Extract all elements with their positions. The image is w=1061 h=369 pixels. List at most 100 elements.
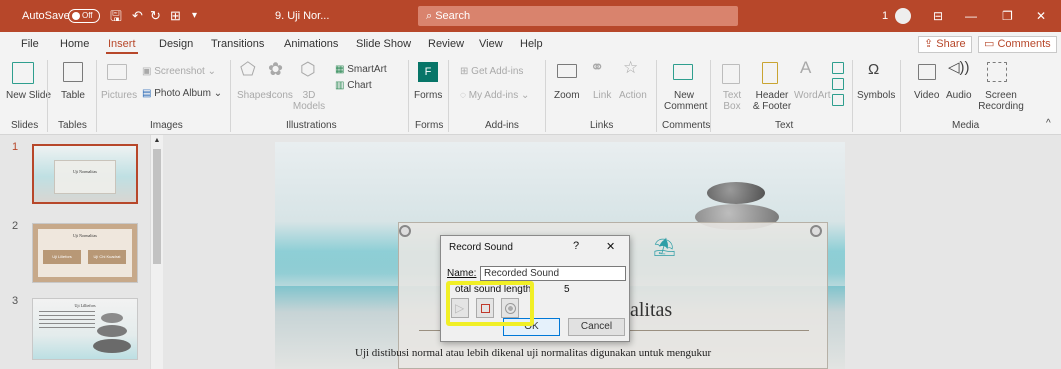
close-icon[interactable]: ✕ <box>1036 0 1046 32</box>
slide-thumbnail-1[interactable]: Uji Normalitas <box>32 144 138 204</box>
header-footer-icon <box>762 62 778 84</box>
tab-help[interactable]: Help <box>520 32 543 56</box>
save-icon[interactable]: 🖫 <box>110 0 122 32</box>
dialog-close-button[interactable]: ✕ <box>606 240 615 253</box>
group-images: Images <box>150 120 183 131</box>
tab-design[interactable]: Design <box>159 32 193 56</box>
header-footer-button[interactable]: Header & Footer <box>752 90 792 112</box>
thumbnail-button: Uji Liliefors <box>43 250 81 264</box>
redo-icon[interactable]: ↻ <box>150 0 161 32</box>
cancel-button[interactable]: Cancel <box>568 318 625 336</box>
thumbnail-button: Uji Chi Kuadrat <box>88 250 126 264</box>
share-button[interactable]: ⇪ Share <box>918 36 972 53</box>
group-illustrations: Illustrations <box>286 120 337 131</box>
thumbnail-scrollbar[interactable]: ▲ <box>150 135 163 369</box>
user-number: 1 <box>882 10 889 22</box>
new-slide-button[interactable]: New Slide <box>6 90 51 101</box>
photo-album-button[interactable]: ▤ Photo Album ⌄ <box>142 88 222 99</box>
tab-home[interactable]: Home <box>60 32 89 56</box>
smartart-button[interactable]: ▦ SmartArt <box>335 64 387 75</box>
thumbnail-stone <box>93 339 131 353</box>
collapse-ribbon-icon[interactable]: ^ <box>1046 118 1051 129</box>
scrollbar-thumb[interactable] <box>153 149 161 264</box>
slide-body-text[interactable]: Uji distibusi normal atau lebih dikenal … <box>355 347 711 359</box>
search-placeholder: Search <box>435 10 471 22</box>
group-comments: Comments <box>662 120 711 131</box>
minimize-icon[interactable]: — <box>965 0 977 32</box>
group-slides: Slides <box>11 120 39 131</box>
tab-transitions[interactable]: Transitions <box>211 32 264 56</box>
slide-title[interactable]: alitas <box>630 299 672 322</box>
name-field[interactable]: Recorded Sound <box>480 266 626 281</box>
pictures-button[interactable]: Pictures <box>101 90 137 101</box>
zoom-button[interactable]: Zoom <box>554 90 580 101</box>
divider <box>448 60 449 132</box>
date-time-icon[interactable] <box>832 62 844 74</box>
new-comment-button[interactable]: New Comment <box>664 90 707 112</box>
tab-view[interactable]: View <box>479 32 503 56</box>
my-addins-button[interactable]: ◌ My Add-ins ⌄ <box>460 90 529 101</box>
ribbon-display-icon[interactable]: ⊟ <box>933 0 943 32</box>
thumbnail-title: Uji Lilliefors <box>74 303 96 308</box>
sound-length-value: 5 <box>564 284 570 295</box>
smartart-icon: ▦ <box>335 64 348 75</box>
text-box-button[interactable]: Text Box <box>720 90 744 112</box>
chart-icon: ▥ <box>335 80 348 91</box>
chart-button[interactable]: ▥ Chart <box>335 80 372 91</box>
help-button[interactable]: ? <box>573 240 579 252</box>
autosave-toggle[interactable]: Off <box>68 9 100 23</box>
slide-thumbnail-3[interactable]: Uji Lilliefors <box>32 298 138 360</box>
tab-slide-show[interactable]: Slide Show <box>356 32 411 56</box>
wordart-button[interactable]: WordArt <box>794 90 831 101</box>
3d-models-button[interactable]: 3D Models <box>292 90 326 112</box>
tab-review[interactable]: Review <box>428 32 464 56</box>
get-addins-button[interactable]: ⊞ Get Add-ins <box>460 66 523 77</box>
object-icon[interactable] <box>832 94 844 106</box>
search-box[interactable]: ⌕ Search <box>418 6 738 26</box>
slide-number-icon[interactable] <box>832 78 844 90</box>
comments-button[interactable]: ▭ Comments <box>978 36 1057 53</box>
divider <box>96 60 97 132</box>
customize-qat-icon[interactable]: ▾ <box>192 0 197 32</box>
3d-models-icon: ⬡ <box>300 59 316 79</box>
group-addins: Add-ins <box>485 120 519 131</box>
icons-button[interactable]: Icons <box>269 90 293 101</box>
screenshot-button[interactable]: ▣ Screenshot ⌄ <box>142 66 216 77</box>
resize-handle[interactable] <box>399 225 411 237</box>
group-tables: Tables <box>58 120 87 131</box>
link-icon: ⚭ <box>590 58 605 77</box>
slide-number: 2 <box>12 220 19 232</box>
thumbnail-title: Uji Normalitas <box>73 233 97 238</box>
audio-button[interactable]: Audio <box>946 90 972 101</box>
tab-file[interactable]: File <box>21 32 39 56</box>
thumbnail-text-lines <box>39 311 95 329</box>
tab-insert[interactable]: Insert <box>106 32 138 56</box>
table-button[interactable]: Table <box>58 90 88 101</box>
wordart-icon: A <box>800 58 812 77</box>
symbols-button[interactable]: Symbols <box>857 90 895 101</box>
action-button[interactable]: Action <box>619 90 647 101</box>
video-button[interactable]: Video <box>914 90 939 101</box>
presenter-icon[interactable]: ⊞ <box>170 0 181 32</box>
resize-handle[interactable] <box>810 225 822 237</box>
pictures-icon <box>107 64 127 80</box>
restore-icon[interactable]: ❐ <box>1002 0 1013 32</box>
avatar[interactable] <box>895 8 911 24</box>
slide-number: 1 <box>12 141 19 153</box>
divider <box>47 60 48 132</box>
icons-icon: ✿ <box>268 59 284 79</box>
divider <box>900 60 901 132</box>
divider <box>408 60 409 132</box>
shapes-button[interactable]: Shapes <box>237 90 271 101</box>
thumbnail-stone <box>101 313 123 323</box>
link-button[interactable]: Link <box>593 90 611 101</box>
ribbon-insert: New Slide Slides Table Tables Pictures ▣… <box>0 56 1061 135</box>
text-box-icon <box>722 64 740 84</box>
forms-button[interactable]: Forms <box>414 90 442 101</box>
scroll-up-icon[interactable]: ▲ <box>152 137 162 144</box>
slide-thumbnail-2[interactable]: Uji Normalitas Uji Liliefors Uji Chi Kua… <box>32 223 138 283</box>
undo-icon[interactable]: ↶ <box>132 0 143 32</box>
tab-animations[interactable]: Animations <box>284 32 338 56</box>
document-title[interactable]: 9. Uji Nor... <box>275 0 329 32</box>
screen-recording-button[interactable]: Screen Recording <box>978 90 1024 112</box>
